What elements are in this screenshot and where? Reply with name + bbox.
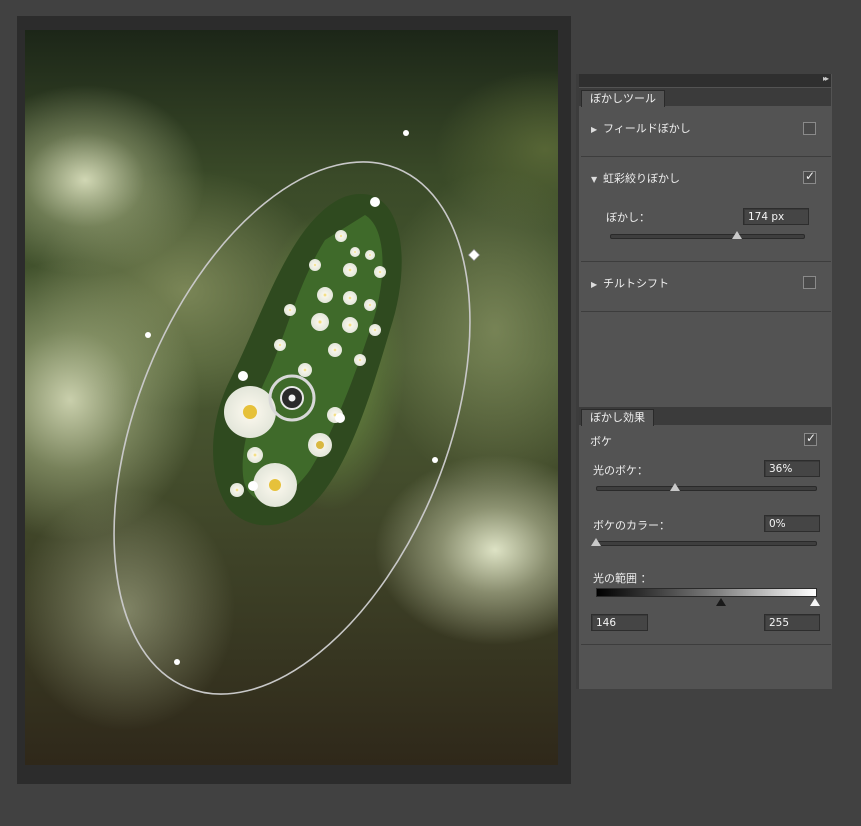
light-range-min-thumb[interactable] (716, 598, 727, 606)
ellipse-handle-bottom[interactable] (174, 659, 180, 665)
blur-tools-tabstrip: ぼかしツール (579, 88, 831, 107)
roundness-handle[interactable] (467, 248, 481, 262)
light-range-label: 光の範囲 ： (593, 572, 652, 585)
double-chevron-right-icon[interactable]: ▸▸ (823, 74, 829, 83)
field-blur-section[interactable]: ▶ フィールドぼかし (581, 106, 831, 157)
tab-blur-effects[interactable]: ぼかし効果 (581, 409, 654, 426)
light-range-max-thumb[interactable] (810, 598, 820, 606)
bokeh-label: ボケ (590, 435, 612, 448)
feather-handle-top[interactable] (370, 197, 380, 207)
iris-blur-overlay[interactable] (25, 30, 558, 765)
ellipse-handle-left[interactable] (145, 332, 151, 338)
blur-effects-tabstrip: ぼかし効果 (579, 407, 831, 426)
triangle-down-icon[interactable]: ▼ (591, 175, 603, 184)
light-range-max-field[interactable]: 255 (764, 614, 820, 631)
light-bokeh-slider-thumb[interactable] (669, 483, 680, 491)
light-bokeh-label: 光のボケ： (593, 464, 648, 477)
bokeh-color-slider-thumb[interactable] (591, 538, 601, 546)
iris-ellipse-outline[interactable] (43, 110, 540, 745)
photo-canvas[interactable] (25, 30, 558, 765)
iris-blur-label: 虹彩絞りぼかし (603, 172, 680, 185)
iris-blur-checkbox[interactable]: ✓ (803, 169, 816, 184)
tilt-shift-label: チルトシフト (603, 277, 669, 290)
triangle-right-icon[interactable]: ▶ (591, 280, 603, 289)
bokeh-color-field[interactable]: 0% (764, 515, 820, 532)
bokeh-checkbox[interactable]: ✓ (804, 431, 817, 446)
feather-handle-right[interactable] (335, 413, 345, 423)
tilt-shift-section[interactable]: ▶ チルトシフト (581, 262, 831, 312)
bokeh-color-slider[interactable] (596, 541, 817, 546)
tilt-shift-checkbox[interactable] (803, 276, 816, 289)
checkmark-icon: ✓ (805, 169, 816, 183)
panel-header-bar: ▸▸ (579, 74, 831, 87)
blur-effects-section: ボケ ✓ 光のボケ： 36% ボケのカラー： 0% 光の範囲 ： 146 255 (581, 425, 831, 645)
bokeh-color-label: ボケのカラー： (593, 519, 670, 532)
light-bokeh-field[interactable]: 36% (764, 460, 820, 477)
tab-blur-tools[interactable]: ぼかしツール (581, 90, 665, 107)
iris-blur-section[interactable]: ▼ 虹彩絞りぼかし ✓ ぼかし： 174 px (581, 157, 831, 262)
feather-handle-bottom[interactable] (248, 481, 258, 491)
light-bokeh-slider[interactable] (596, 486, 817, 491)
field-blur-checkbox[interactable] (803, 122, 816, 135)
blur-amount-slider[interactable] (610, 234, 805, 239)
triangle-right-icon[interactable]: ▶ (591, 125, 603, 134)
feather-handle-left[interactable] (238, 371, 248, 381)
blur-amount-slider-thumb[interactable] (732, 231, 743, 239)
ellipse-handle-top[interactable] (403, 130, 409, 136)
blur-amount-label: ぼかし： (606, 211, 650, 224)
ellipse-handle-right[interactable] (432, 457, 438, 463)
checkmark-icon: ✓ (806, 431, 817, 445)
light-range-gradient[interactable] (596, 588, 817, 597)
light-range-min-field[interactable]: 146 (591, 614, 648, 631)
blur-amount-field[interactable]: 174 px (743, 208, 809, 225)
field-blur-label: フィールドぼかし (603, 122, 691, 135)
